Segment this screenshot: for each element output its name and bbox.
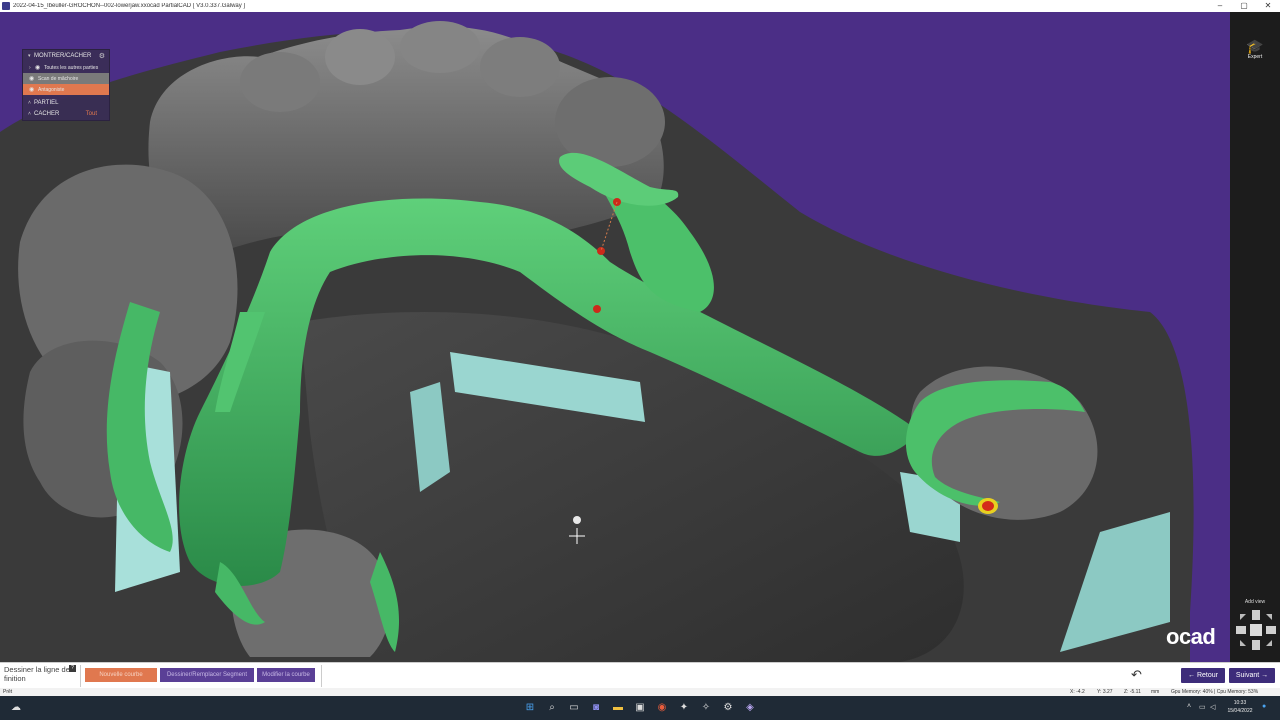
divider	[80, 665, 81, 687]
app-icon	[2, 2, 10, 10]
next-label: Suivant	[1235, 672, 1260, 679]
coord-y: Y: 3.27	[1097, 689, 1113, 695]
close-button[interactable]: ✕	[1256, 0, 1280, 12]
help-icon[interactable]: ?	[69, 665, 76, 672]
arrow-right-icon: →	[1259, 672, 1269, 679]
weather-icon[interactable]: ☁	[9, 701, 23, 715]
modify-curve-button[interactable]: Modifier la courbe	[257, 668, 315, 682]
store-icon[interactable]: ▣	[633, 701, 647, 715]
show-hide-panel: ▾ MONTRER/CACHER ⚙ › ◉ Toutes les autres…	[22, 49, 110, 121]
maximize-button[interactable]: ▢	[1232, 0, 1256, 12]
right-sidebar: 🎓 Expert Add view	[1230, 12, 1280, 662]
task-view-icon[interactable]: ▭	[567, 701, 581, 715]
search-icon[interactable]: ⌕	[545, 701, 559, 715]
chevron-up-icon[interactable]: ˄	[1187, 703, 1191, 710]
network-icon[interactable]: ▭	[1199, 703, 1206, 711]
expert-button[interactable]: 🎓 Expert	[1230, 38, 1280, 60]
step-label: Dessiner la ligne de finition	[4, 665, 70, 683]
minimize-button[interactable]: –	[1208, 0, 1232, 12]
visibility-item-antagonist[interactable]: ◉ Antagoniste	[23, 84, 109, 95]
add-view-button[interactable]: Add view	[1230, 599, 1280, 605]
eye-icon[interactable]: ◉	[29, 86, 36, 93]
arrow-left-icon: ←	[1188, 672, 1197, 679]
chrome-icon[interactable]: ◉	[655, 701, 669, 715]
3d-viewport[interactable]: ▾ MONTRER/CACHER ⚙ › ◉ Toutes les autres…	[0, 12, 1230, 662]
bottom-toolbar: Dessiner la ligne de finition ? Nouvelle…	[0, 662, 1280, 688]
next-button[interactable]: Suivant →	[1229, 668, 1275, 683]
status-bar: Prêt X: -4.2 Y: 3.27 Z: -5.11 mm Gpu Mem…	[0, 688, 1280, 696]
visibility-item-other-parts[interactable]: › ◉ Toutes les autres parties	[23, 62, 109, 73]
view-navigation-cube-icon[interactable]	[1234, 608, 1278, 652]
hide-all-link[interactable]: Tout	[86, 111, 97, 117]
settings-icon[interactable]: ⚙	[721, 701, 735, 715]
taskbar: ☁ ⊞ ⌕ ▭ ◙ ▬ ▣ ◉ ✦ ✧ ⚙ ◈ ˄ ▭ ◁ 10:33 15/0…	[0, 696, 1280, 720]
visibility-item-label: Antagoniste	[38, 86, 65, 93]
clock-time: 10:33	[1233, 700, 1247, 706]
jaw-scan-render	[0, 21, 1194, 662]
app-window: 2022-04-15_Ibeuller-GROCHON--002-lowerja…	[0, 0, 1280, 720]
visibility-item-label: Scan de mâchoire	[38, 75, 79, 82]
partiel-section[interactable]: ˄ PARTIEL	[23, 97, 109, 108]
expert-label: Expert	[1247, 54, 1263, 60]
start-icon[interactable]: ⊞	[523, 701, 537, 715]
eye-icon[interactable]: ◉	[29, 75, 36, 82]
file-explorer-icon[interactable]: ▬	[611, 701, 625, 715]
clock-date: 15/04/2022	[1227, 708, 1253, 714]
new-curve-button[interactable]: Nouvelle courbe	[85, 668, 157, 682]
divider	[321, 665, 322, 687]
visibility-item-label: Toutes les autres parties	[44, 64, 99, 71]
window-title: 2022-04-15_Ibeuller-GROCHON--002-lowerja…	[13, 3, 246, 9]
coord-unit: mm	[1151, 689, 1160, 695]
show-hide-title: MONTRER/CACHER	[34, 53, 92, 59]
brand-logo: ocad	[1166, 624, 1216, 649]
status-text: Prêt	[3, 689, 13, 695]
show-hide-header[interactable]: ▾ MONTRER/CACHER ⚙	[23, 50, 109, 62]
back-button[interactable]: ← Retour	[1181, 668, 1225, 683]
coord-x: X: -4.2	[1070, 689, 1085, 695]
title-bar: 2022-04-15_Ibeuller-GROCHON--002-lowerja…	[0, 0, 1280, 12]
undo-icon[interactable]: ↶	[1131, 667, 1142, 683]
app-icon[interactable]: ✦	[677, 701, 691, 715]
visibility-item-jaw-scan[interactable]: ◉ Scan de mâchoire	[23, 73, 109, 84]
back-label: Retour	[1196, 672, 1218, 679]
clock[interactable]: 10:33 15/04/2022	[1224, 699, 1256, 715]
graduation-cap-icon: 🎓	[1246, 38, 1264, 54]
volume-icon[interactable]: ◁	[1210, 703, 1215, 711]
app-icon[interactable]: ✧	[699, 701, 713, 715]
cacher-label: CACHER	[34, 110, 60, 117]
chat-icon[interactable]: ◙	[589, 701, 603, 715]
memory-usage: Gpu Memory: 40% | Cpu Memory: 53%	[1171, 689, 1259, 695]
eye-icon[interactable]: ◉	[35, 64, 42, 71]
notification-icon[interactable]: ●	[1262, 703, 1266, 710]
exocad-icon[interactable]: ◈	[743, 701, 757, 715]
coord-z: Z: -5.11	[1124, 689, 1141, 695]
partiel-label: PARTIEL	[34, 99, 59, 106]
draw-replace-segment-button[interactable]: Dessiner/Remplacer Segment	[160, 668, 254, 682]
settings-icon[interactable]: ⚙	[99, 52, 105, 60]
cacher-section[interactable]: ˄ CACHER Tout	[23, 108, 109, 119]
